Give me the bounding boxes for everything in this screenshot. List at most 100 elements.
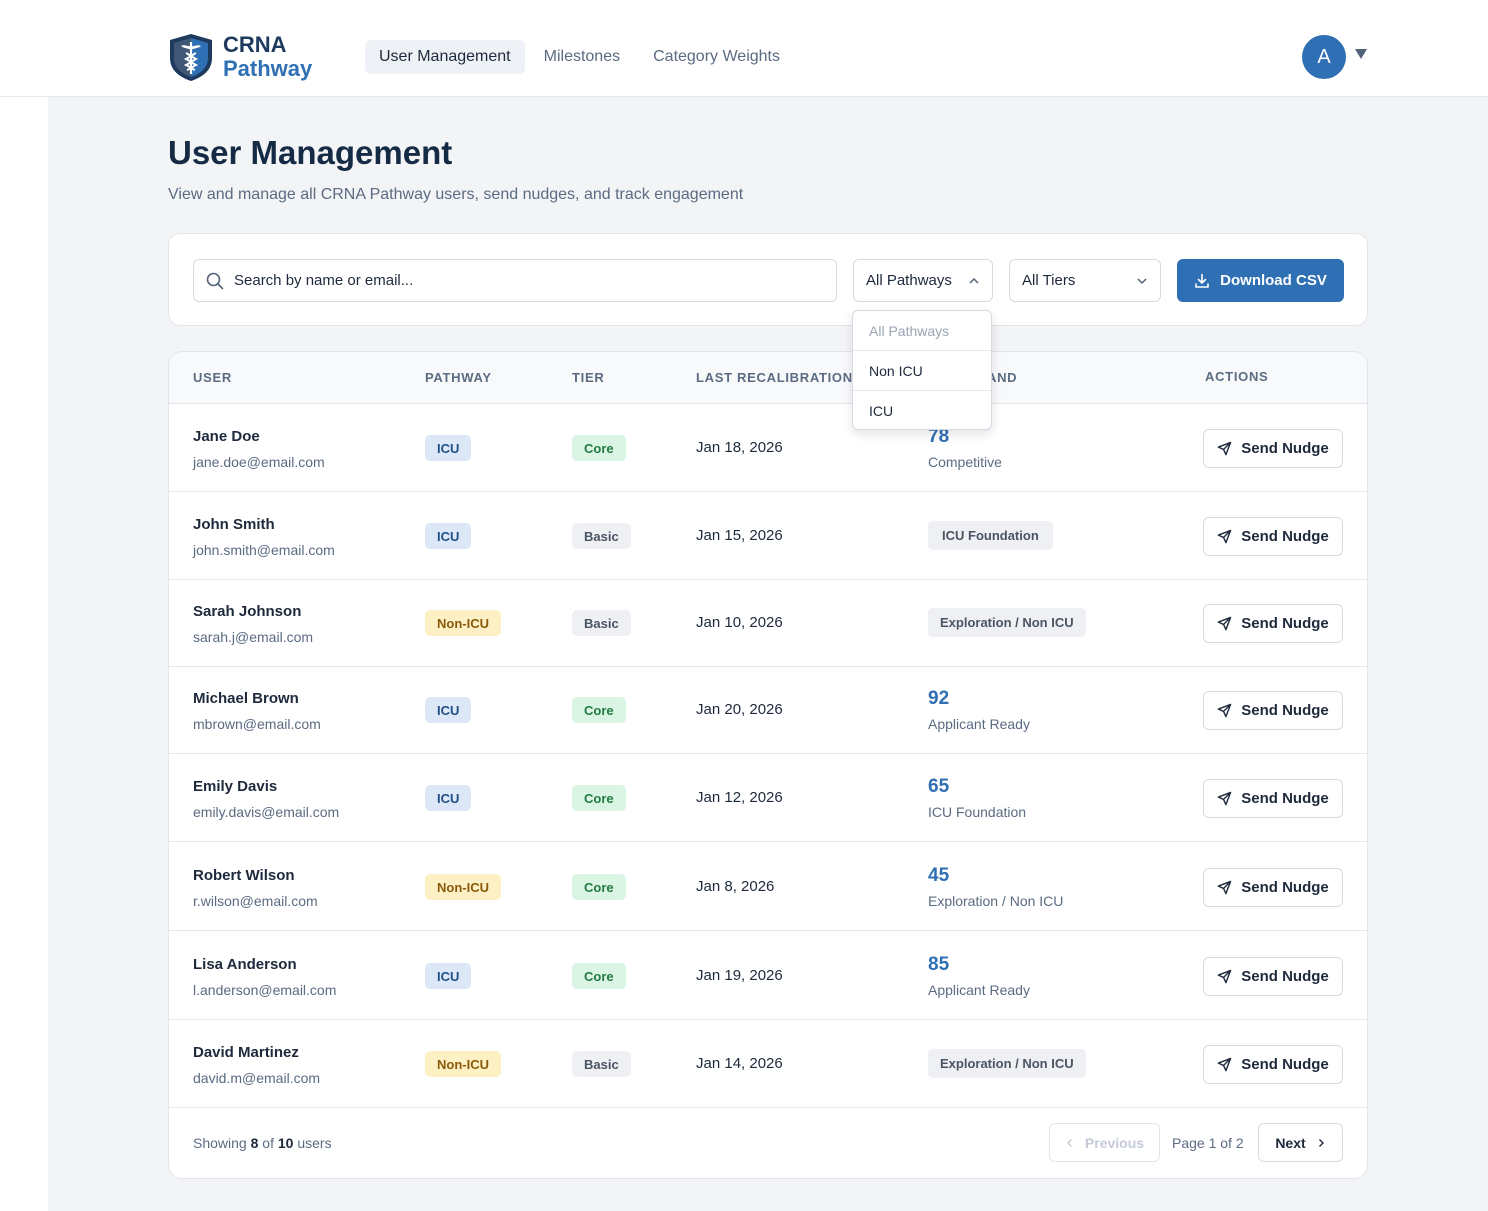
search-input[interactable]: [234, 272, 814, 289]
brand-name-line1: CRNA: [223, 32, 287, 57]
table-row: Michael Brown mbrown@email.com ICU Core …: [169, 666, 1367, 754]
send-icon: [1217, 791, 1232, 806]
table-footer: Showing 8 of 10 users Previous Page 1 of…: [169, 1107, 1367, 1178]
brand-logo[interactable]: CRNA Pathway: [167, 32, 312, 82]
send-nudge-label: Send Nudge: [1241, 879, 1329, 896]
tier-badge: Core: [572, 785, 626, 811]
last-recalibration: Jan 15, 2026: [696, 527, 783, 544]
tier-badge: Basic: [572, 1051, 631, 1077]
send-nudge-button[interactable]: Send Nudge: [1203, 868, 1343, 907]
send-nudge-button[interactable]: Send Nudge: [1203, 779, 1343, 818]
tier-badge: Core: [572, 435, 626, 461]
pathway-badge: ICU: [425, 785, 472, 811]
send-icon: [1217, 703, 1232, 718]
download-csv-button[interactable]: Download CSV: [1177, 259, 1344, 302]
pathway-badge: Non-ICU: [425, 610, 501, 636]
send-icon: [1217, 529, 1232, 544]
table-row: Lisa Anderson l.anderson@email.com ICU C…: [169, 932, 1367, 1020]
caret-down-icon[interactable]: [1355, 49, 1367, 59]
pathway-badge: ICU: [425, 697, 472, 723]
last-recalibration: Jan 20, 2026: [696, 701, 783, 718]
table-header: USER PATHWAY TIER LAST RECALIBRATION AND…: [169, 352, 1367, 404]
pathway-select[interactable]: All Pathways: [853, 259, 993, 302]
main-nav: User Management Milestones Category Weig…: [365, 40, 799, 74]
tier-select[interactable]: All Tiers: [1009, 259, 1161, 302]
user-avatar[interactable]: A: [1302, 35, 1346, 79]
last-recalibration: Jan 8, 2026: [696, 878, 775, 895]
pathway-select-value: All Pathways: [866, 272, 952, 289]
pathway-badge: ICU: [425, 435, 472, 461]
col-user: USER: [193, 370, 232, 385]
col-actions: ACTIONS: [1205, 369, 1269, 384]
last-recalibration: Jan 19, 2026: [696, 967, 783, 984]
readiness-band: Competitive: [928, 454, 1002, 470]
user-email: l.anderson@email.com: [193, 982, 337, 998]
filter-bar: All Pathways All Tiers Download CSV: [168, 233, 1368, 326]
send-nudge-button[interactable]: Send Nudge: [1203, 691, 1343, 730]
chevron-right-icon: [1318, 1138, 1324, 1147]
send-nudge-button[interactable]: Send Nudge: [1203, 604, 1343, 643]
send-icon: [1217, 969, 1232, 984]
tier-badge: Basic: [572, 523, 631, 549]
table-row: Sarah Johnson sarah.j@email.com Non-ICU …: [169, 579, 1367, 667]
tier-badge: Core: [572, 963, 626, 989]
download-icon: [1195, 273, 1209, 288]
previous-page-button[interactable]: Previous: [1049, 1123, 1160, 1162]
send-icon: [1217, 441, 1232, 456]
tier-badge: Core: [572, 874, 626, 900]
band-badge: Exploration / Non ICU: [928, 1049, 1086, 1078]
tab-category-weights[interactable]: Category Weights: [639, 40, 794, 74]
send-nudge-button[interactable]: Send Nudge: [1203, 957, 1343, 996]
dropdown-option-icu[interactable]: ICU: [853, 391, 991, 429]
readiness-band: Applicant Ready: [928, 716, 1030, 732]
last-recalibration: Jan 18, 2026: [696, 439, 783, 456]
col-last-recalibration: LAST RECALIBRATION: [696, 370, 853, 385]
brand-name-line2: Pathway: [223, 56, 313, 81]
user-email: mbrown@email.com: [193, 716, 321, 732]
tier-select-value: All Tiers: [1022, 272, 1076, 289]
shield-caduceus-icon: [170, 34, 212, 81]
user-name: Sarah Johnson: [193, 603, 302, 620]
pathway-badge: Non-ICU: [425, 1051, 501, 1077]
user-name: John Smith: [193, 516, 275, 533]
table-row: John Smith john.smith@email.com ICU Basi…: [169, 492, 1367, 580]
send-nudge-button[interactable]: Send Nudge: [1203, 517, 1343, 556]
tab-user-management[interactable]: User Management: [365, 40, 525, 74]
pathway-badge: ICU: [425, 963, 472, 989]
send-icon: [1217, 1057, 1232, 1072]
dropdown-option-all-pathways[interactable]: All Pathways: [853, 311, 991, 351]
band-badge: Exploration / Non ICU: [928, 608, 1086, 637]
readiness-score: 85: [928, 954, 950, 975]
next-page-button[interactable]: Next: [1258, 1123, 1343, 1162]
page-indicator: Page 1 of 2: [1172, 1135, 1244, 1151]
chevron-up-icon: [969, 277, 979, 284]
send-nudge-label: Send Nudge: [1241, 790, 1329, 807]
send-nudge-button[interactable]: Send Nudge: [1203, 1045, 1343, 1084]
last-recalibration: Jan 14, 2026: [696, 1055, 783, 1072]
user-name: Jane Doe: [193, 428, 260, 445]
table-row: Emily Davis emily.davis@email.com ICU Co…: [169, 754, 1367, 842]
send-nudge-button[interactable]: Send Nudge: [1203, 429, 1343, 468]
last-recalibration: Jan 12, 2026: [696, 789, 783, 806]
send-icon: [1217, 880, 1232, 895]
page-subtitle: View and manage all CRNA Pathway users, …: [168, 186, 744, 203]
send-icon: [1217, 616, 1232, 631]
top-navbar: CRNA Pathway User Management Milestones …: [0, 0, 1488, 97]
chevron-down-icon: [1137, 278, 1147, 285]
search-icon: [206, 272, 224, 289]
page-title: User Management: [168, 134, 453, 171]
dropdown-option-non-icu[interactable]: Non ICU: [853, 351, 991, 391]
send-nudge-label: Send Nudge: [1241, 1056, 1329, 1073]
user-name: Lisa Anderson: [193, 956, 297, 973]
user-email: john.smith@email.com: [193, 542, 335, 558]
user-email: sarah.j@email.com: [193, 629, 314, 645]
tab-milestones[interactable]: Milestones: [530, 40, 634, 74]
user-email: emily.davis@email.com: [193, 804, 340, 820]
table-row: Robert Wilson r.wilson@email.com Non-ICU…: [169, 843, 1367, 931]
search-field[interactable]: [193, 259, 837, 302]
tier-badge: Basic: [572, 610, 631, 636]
pathway-badge: Non-ICU: [425, 874, 501, 900]
download-csv-label: Download CSV: [1220, 272, 1327, 289]
send-nudge-label: Send Nudge: [1241, 528, 1329, 545]
user-name: Michael Brown: [193, 690, 299, 707]
